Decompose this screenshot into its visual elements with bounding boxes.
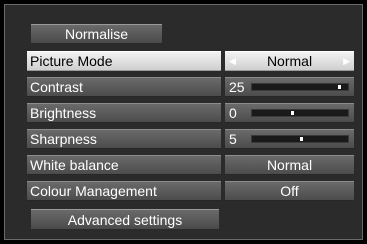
- menu-row-sharpness[interactable]: Sharpness 5: [27, 129, 354, 149]
- brightness-slider[interactable]: 0: [225, 103, 354, 123]
- sharpness-slider[interactable]: 5: [225, 129, 354, 149]
- menu-row-colour-management[interactable]: Colour Management Off: [27, 181, 354, 201]
- normalise-button[interactable]: Normalise: [31, 24, 162, 44]
- brightness-label: Brightness: [27, 103, 221, 123]
- brightness-slider-track[interactable]: [251, 109, 349, 117]
- advanced-settings-button[interactable]: Advanced settings: [31, 209, 219, 230]
- brightness-value: 0: [229, 105, 237, 121]
- white-balance-label: White balance: [27, 155, 221, 175]
- menu-row-white-balance[interactable]: White balance Normal: [27, 155, 354, 175]
- picture-mode-selector[interactable]: ◀ Normal ▶: [225, 51, 354, 71]
- sharpness-slider-track[interactable]: [251, 135, 349, 143]
- menu-row-contrast[interactable]: Contrast 25: [27, 77, 354, 97]
- left-arrow-icon[interactable]: ◀: [229, 52, 236, 70]
- white-balance-value[interactable]: Normal: [225, 155, 354, 175]
- contrast-slider-knob[interactable]: [338, 85, 341, 89]
- menu-row-brightness[interactable]: Brightness 0: [27, 103, 354, 123]
- picture-mode-value: Normal: [266, 53, 313, 69]
- contrast-slider[interactable]: 25: [225, 77, 354, 97]
- colour-management-label: Colour Management: [27, 181, 221, 201]
- menu-row-picture-mode[interactable]: Picture Mode ◀ Normal ▶: [27, 51, 354, 71]
- contrast-label: Contrast: [27, 77, 221, 97]
- colour-management-value[interactable]: Off: [225, 181, 354, 201]
- contrast-slider-track[interactable]: [251, 83, 349, 91]
- right-arrow-icon[interactable]: ▶: [343, 52, 350, 70]
- sharpness-value: 5: [229, 131, 237, 147]
- contrast-value: 25: [229, 79, 245, 95]
- sharpness-slider-knob[interactable]: [300, 137, 303, 141]
- picture-mode-label: Picture Mode: [27, 51, 221, 71]
- sharpness-label: Sharpness: [27, 129, 221, 149]
- brightness-slider-knob[interactable]: [291, 111, 294, 115]
